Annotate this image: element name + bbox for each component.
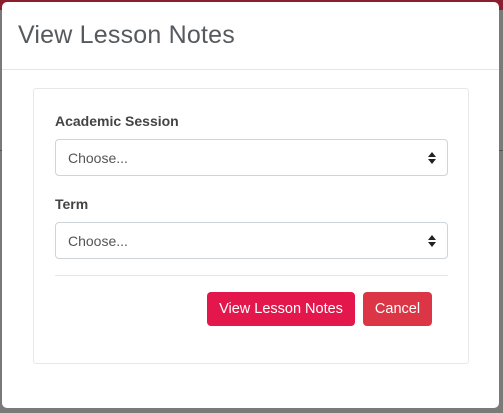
form-divider xyxy=(55,275,448,276)
term-label: Term xyxy=(55,196,89,212)
view-lesson-notes-button[interactable]: View Lesson Notes xyxy=(207,292,355,326)
academic-session-select[interactable]: Choose... xyxy=(55,139,448,176)
academic-session-label: Academic Session xyxy=(55,113,179,129)
term-value: Choose... xyxy=(68,232,128,249)
sort-arrows-icon xyxy=(428,234,436,247)
term-select[interactable]: Choose... xyxy=(55,222,448,259)
modal-header: View Lesson Notes xyxy=(2,2,499,70)
modal-title: View Lesson Notes xyxy=(18,21,235,49)
view-lesson-notes-modal: View Lesson Notes Academic Session Choos… xyxy=(2,2,499,408)
cancel-button[interactable]: Cancel xyxy=(363,292,432,326)
academic-session-value: Choose... xyxy=(68,149,128,166)
form-card: Academic Session Choose... Term Choose..… xyxy=(33,88,469,364)
sort-arrows-icon xyxy=(428,151,436,164)
background-divider-right xyxy=(499,150,503,151)
